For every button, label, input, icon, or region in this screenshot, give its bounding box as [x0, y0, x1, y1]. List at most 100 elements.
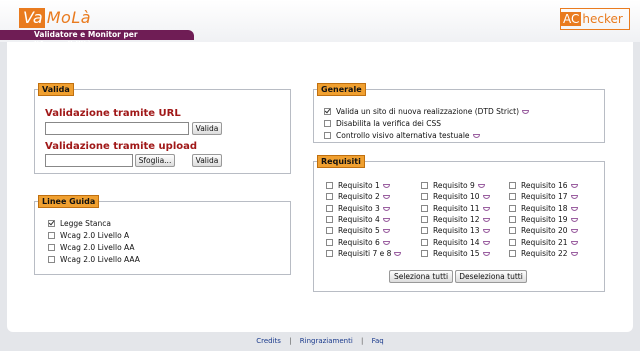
requisito-checkbox[interactable]	[509, 193, 516, 201]
requisito-option: Requisito 5	[338, 226, 390, 235]
requisito-checkbox[interactable]	[509, 182, 516, 189]
upload-validate-button[interactable]: Valida	[192, 154, 222, 167]
requisito-label: Requisito 22	[521, 248, 568, 258]
requisito-checkbox[interactable]	[509, 204, 516, 212]
requisito-option: Requisito 15	[433, 249, 490, 258]
requisito-checkbox[interactable]	[326, 182, 333, 189]
requisito-option: Requisiti 7 e 8	[338, 248, 402, 258]
info-icon[interactable]	[382, 206, 390, 211]
linee-guida-legend: Linee Guida	[38, 195, 100, 208]
wcag-a-label: Wcag 2.0 Livello A	[60, 231, 130, 240]
info-icon[interactable]	[482, 229, 490, 234]
requisito-checkbox[interactable]	[421, 238, 428, 246]
requisito-checkbox[interactable]	[421, 193, 428, 201]
info-icon[interactable]	[482, 240, 490, 245]
requisito-label: Requisito 21	[521, 237, 568, 247]
main-content: Valida Validazione tramite URL Valida Va…	[7, 42, 633, 332]
wcag-aaa-checkbox[interactable]	[48, 256, 55, 263]
footer-separator: |	[361, 337, 364, 345]
select-all-button[interactable]: Seleziona tutti	[389, 270, 453, 283]
requisito-checkbox[interactable]	[509, 227, 516, 235]
requisito-option: Requisito 12	[433, 215, 490, 224]
info-icon[interactable]	[382, 184, 390, 188]
requisito-label: Requisito 5	[338, 226, 380, 236]
wcag-aa-checkbox[interactable]	[48, 244, 55, 251]
info-icon[interactable]	[570, 195, 578, 200]
requisito-label: Requisito 4	[338, 214, 380, 224]
requisito-option: Requisito 2	[338, 192, 390, 201]
info-icon[interactable]	[382, 240, 390, 245]
requisito-checkbox[interactable]	[421, 249, 428, 257]
requisito-label: Requisiti 7 e 8	[338, 248, 392, 258]
requisito-label: Requisito 3	[338, 203, 380, 213]
strict-dtd-checkbox[interactable]	[324, 108, 331, 115]
wcag-a-checkbox[interactable]	[48, 232, 55, 239]
vamola-logo[interactable]: Va MoLà	[19, 8, 91, 28]
faq-link[interactable]: Faq	[372, 337, 384, 345]
achecker-logo[interactable]: AC hecker	[560, 8, 630, 30]
requisito-option: Requisito 21	[521, 238, 578, 247]
requisito-checkbox[interactable]	[421, 182, 428, 189]
requisito-checkbox[interactable]	[326, 238, 333, 246]
alt-text-checkbox[interactable]	[324, 132, 331, 139]
info-icon[interactable]	[482, 251, 490, 256]
requisito-checkbox[interactable]	[421, 227, 428, 235]
requisito-label: Requisito 15	[433, 248, 480, 258]
url-input[interactable]	[45, 122, 189, 135]
info-icon[interactable]	[382, 195, 390, 200]
requisito-checkbox[interactable]	[509, 238, 516, 246]
info-icon[interactable]	[570, 184, 578, 188]
info-icon[interactable]	[570, 240, 578, 245]
info-icon[interactable]	[482, 195, 490, 200]
deselect-all-button[interactable]: Deseleziona tutti	[455, 270, 527, 283]
info-icon[interactable]	[382, 229, 390, 234]
info-icon[interactable]	[482, 217, 490, 222]
requisito-option: Requisito 3	[338, 204, 390, 213]
header: Va MoLà Validatore e Monitor per l'Acces…	[0, 0, 640, 49]
requisito-label: Requisito 17	[521, 192, 568, 202]
requisito-option: Requisito 1	[338, 181, 390, 190]
requisito-checkbox[interactable]	[326, 227, 333, 235]
requisito-checkbox[interactable]	[509, 215, 516, 223]
requisito-option: Requisito 4	[338, 215, 390, 224]
requisito-checkbox[interactable]	[326, 204, 333, 212]
info-icon[interactable]	[570, 217, 578, 222]
requisito-option: Requisito 22	[521, 249, 578, 258]
info-icon[interactable]	[482, 206, 490, 211]
browse-button[interactable]: Sfoglia...	[135, 154, 175, 167]
requisito-label: Requisito 16	[521, 181, 568, 190]
requisito-checkbox[interactable]	[421, 215, 428, 223]
requisito-option: Requisito 18	[521, 204, 578, 213]
tagline: Validatore e Monitor per l'Accessibilità	[0, 30, 194, 49]
info-icon[interactable]	[570, 206, 578, 211]
requisito-option: Requisito 20	[521, 226, 578, 235]
info-icon[interactable]	[472, 134, 480, 138]
info-icon[interactable]	[477, 184, 485, 188]
info-icon[interactable]	[570, 251, 578, 256]
credits-link[interactable]: Credits	[256, 337, 281, 345]
logo-suffix: MoLà	[46, 8, 92, 27]
requisito-checkbox[interactable]	[326, 193, 333, 201]
strict-dtd-label: Valida un sito di nuova realizzazione (D…	[336, 107, 520, 116]
requisito-label: Requisito 20	[521, 226, 568, 236]
legge-stanca-checkbox[interactable]	[48, 220, 55, 227]
url-validate-button[interactable]: Valida	[192, 122, 222, 135]
info-icon[interactable]	[382, 217, 390, 222]
valida-legend: Valida	[38, 83, 74, 96]
generale-legend: Generale	[317, 83, 366, 96]
requisito-checkbox[interactable]	[326, 249, 333, 257]
upload-file-field[interactable]	[45, 154, 133, 167]
requisiti-legend: Requisiti	[317, 155, 365, 168]
requisito-checkbox[interactable]	[509, 249, 516, 257]
info-icon[interactable]	[394, 251, 402, 256]
disable-css-checkbox[interactable]	[324, 120, 331, 127]
info-icon[interactable]	[522, 110, 530, 114]
requisito-label: Requisito 2	[338, 192, 380, 202]
requisito-label: Requisito 14	[433, 237, 480, 247]
info-icon[interactable]	[570, 229, 578, 234]
thanks-link[interactable]: Ringraziamenti	[300, 337, 353, 345]
requisito-checkbox[interactable]	[326, 215, 333, 223]
requisito-checkbox[interactable]	[421, 204, 428, 212]
requisito-option: Requisito 13	[433, 226, 490, 235]
alt-text-label: Controllo visivo alternativa testuale	[336, 131, 470, 140]
